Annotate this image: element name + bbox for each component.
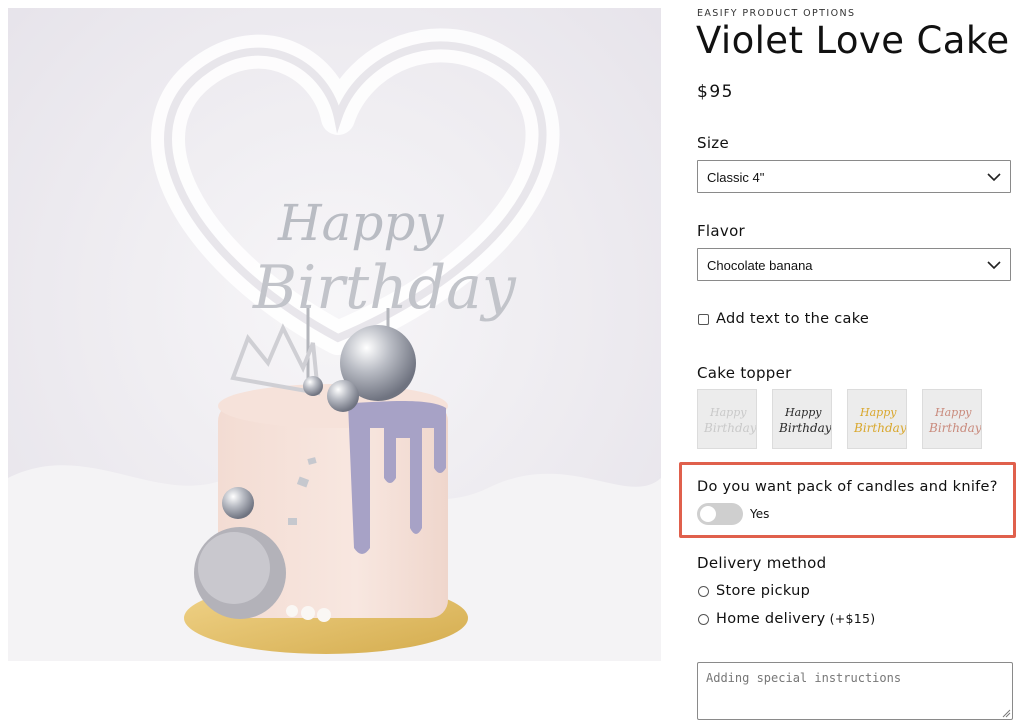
- home-delivery-text: Home delivery: [716, 611, 826, 627]
- topper-text-bottom: Birthday: [778, 421, 832, 435]
- highlight-annotation: [679, 462, 1016, 538]
- candles-knife-question: Do you want pack of candles and knife?: [697, 479, 998, 495]
- home-delivery-radio[interactable]: [698, 614, 709, 625]
- store-pickup-radio[interactable]: [698, 586, 709, 597]
- cake-photo-icon: Happy Birthday: [8, 8, 661, 661]
- flavor-label: Flavor: [697, 222, 746, 240]
- flavor-select[interactable]: Chocolate banana: [697, 248, 1011, 281]
- topper-text-top: Happy: [709, 406, 747, 419]
- product-price: $95: [697, 82, 734, 102]
- topper-swatch-black[interactable]: Happy Birthday: [772, 389, 832, 449]
- add-text-label: Add text to the cake: [716, 311, 870, 327]
- delivery-method-label: Delivery method: [697, 554, 827, 572]
- special-instructions-textarea[interactable]: [697, 662, 1013, 720]
- topper-text-top: Happy: [859, 406, 897, 419]
- size-label: Size: [697, 134, 729, 152]
- product-image: Happy Birthday: [8, 8, 661, 661]
- cake-topper-label: Cake topper: [697, 364, 792, 382]
- size-selected-value: Classic 4": [707, 170, 765, 185]
- cake-topper-swatches: Happy Birthday Happy Birthday Happy Birt…: [697, 389, 1017, 451]
- store-pickup-label: Store pickup: [716, 583, 810, 599]
- topper-text-bottom: Birthday: [928, 421, 982, 435]
- candles-knife-toggle-label: Yes: [750, 507, 770, 521]
- home-delivery-surcharge: (+$15): [829, 611, 876, 626]
- topper-rose-gold-icon: Happy Birthday: [928, 406, 982, 435]
- size-select[interactable]: Classic 4": [697, 160, 1011, 193]
- candles-knife-toggle[interactable]: [697, 503, 743, 525]
- topper-text-top: Happy: [934, 406, 972, 419]
- topper-text-top: Happy: [784, 406, 822, 419]
- product-vendor: EASIFY PRODUCT OPTIONS: [697, 8, 856, 19]
- store-pickup-text: Store pickup: [716, 583, 811, 599]
- chevron-down-icon: [987, 173, 1001, 182]
- topper-gold-icon: Happy Birthday: [853, 406, 907, 435]
- topper-swatch-rose-gold[interactable]: Happy Birthday: [922, 389, 982, 449]
- home-delivery-label: Home delivery (+$15): [716, 611, 875, 627]
- resize-grip-icon[interactable]: [1002, 709, 1011, 718]
- topper-text-bottom: Birthday: [853, 421, 907, 435]
- toggle-knob: [700, 506, 716, 522]
- topper-silver-icon: Happy Birthday: [703, 406, 757, 435]
- topper-text-bottom: Birthday: [703, 421, 757, 435]
- product-title: Violet Love Cake: [696, 19, 1010, 62]
- add-text-checkbox[interactable]: [698, 314, 709, 325]
- flavor-selected-value: Chocolate banana: [707, 258, 813, 273]
- svg-text:Birthday: Birthday: [252, 253, 517, 323]
- chevron-down-icon: [987, 261, 1001, 270]
- topper-swatch-silver[interactable]: Happy Birthday: [697, 389, 757, 449]
- topper-black-icon: Happy Birthday: [778, 406, 832, 435]
- topper-swatch-gold[interactable]: Happy Birthday: [847, 389, 907, 449]
- svg-text:Happy: Happy: [277, 194, 444, 252]
